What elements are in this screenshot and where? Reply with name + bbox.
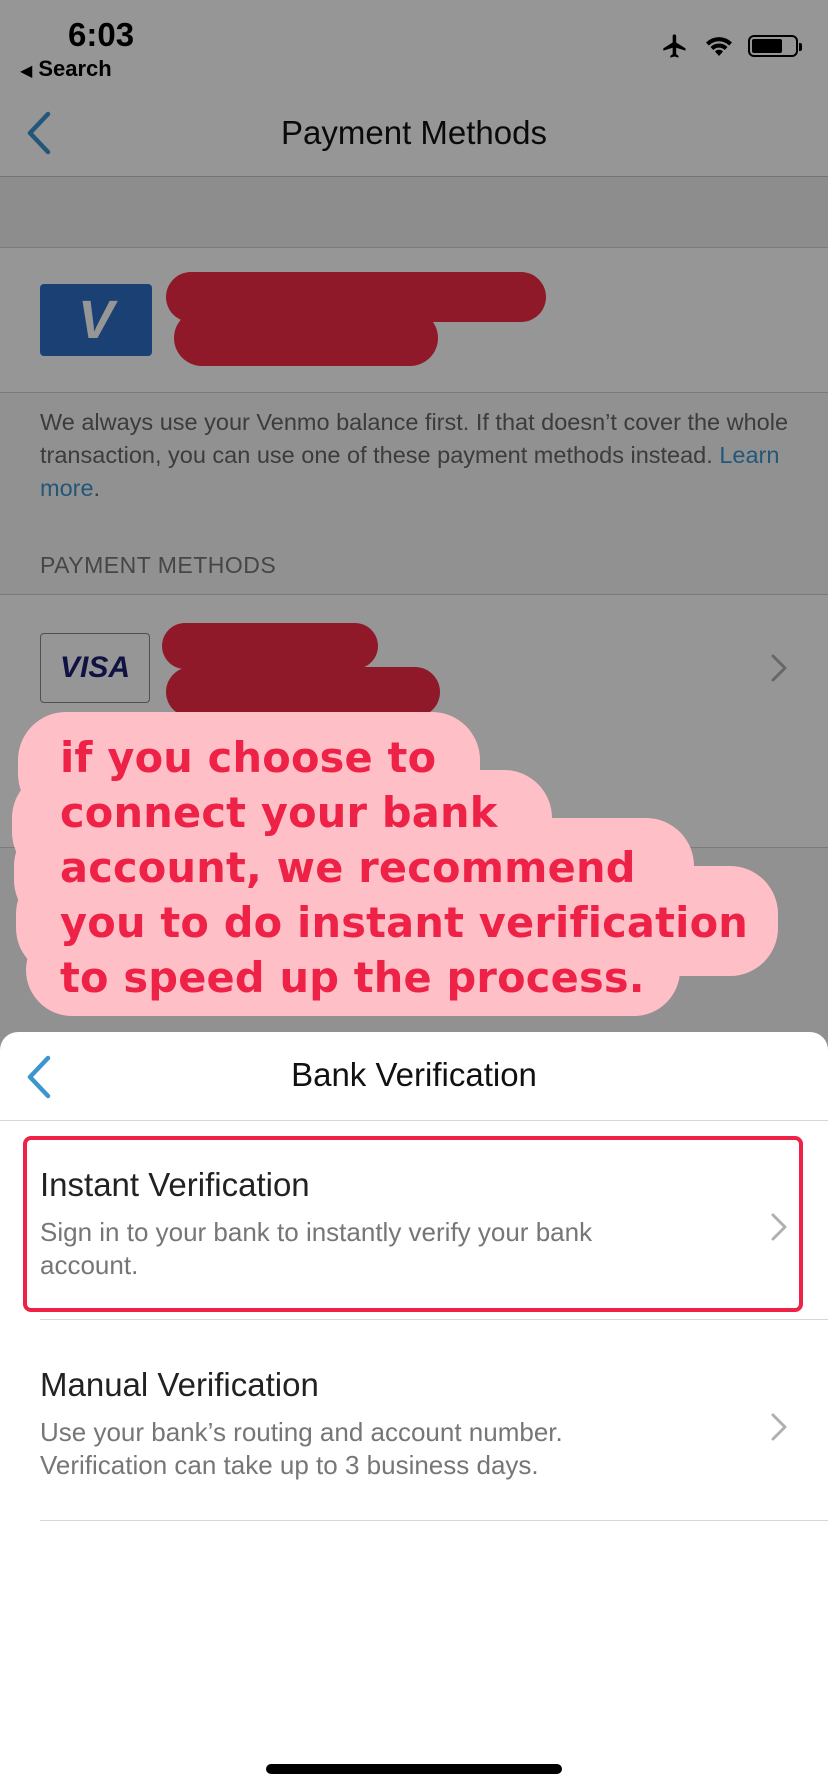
manual-verification-option[interactable]: Manual Verification Use your bank’s rout… — [0, 1334, 828, 1534]
divider — [40, 1319, 828, 1320]
chevron-right-icon — [770, 1412, 788, 1447]
home-indicator[interactable] — [266, 1764, 562, 1774]
option-title: Manual Verification — [40, 1366, 319, 1403]
divider — [40, 1520, 828, 1521]
sheet-title: Bank Verification — [291, 1056, 537, 1093]
instant-verification-highlight — [23, 1136, 803, 1312]
sheet-header: Bank Verification — [0, 1032, 828, 1121]
option-description: Use your bank’s routing and account numb… — [40, 1417, 563, 1480]
annotation-callout: if you choose to connect your bank accou… — [0, 0, 828, 1030]
annotation-text: if you choose to connect your bank accou… — [60, 733, 749, 1002]
